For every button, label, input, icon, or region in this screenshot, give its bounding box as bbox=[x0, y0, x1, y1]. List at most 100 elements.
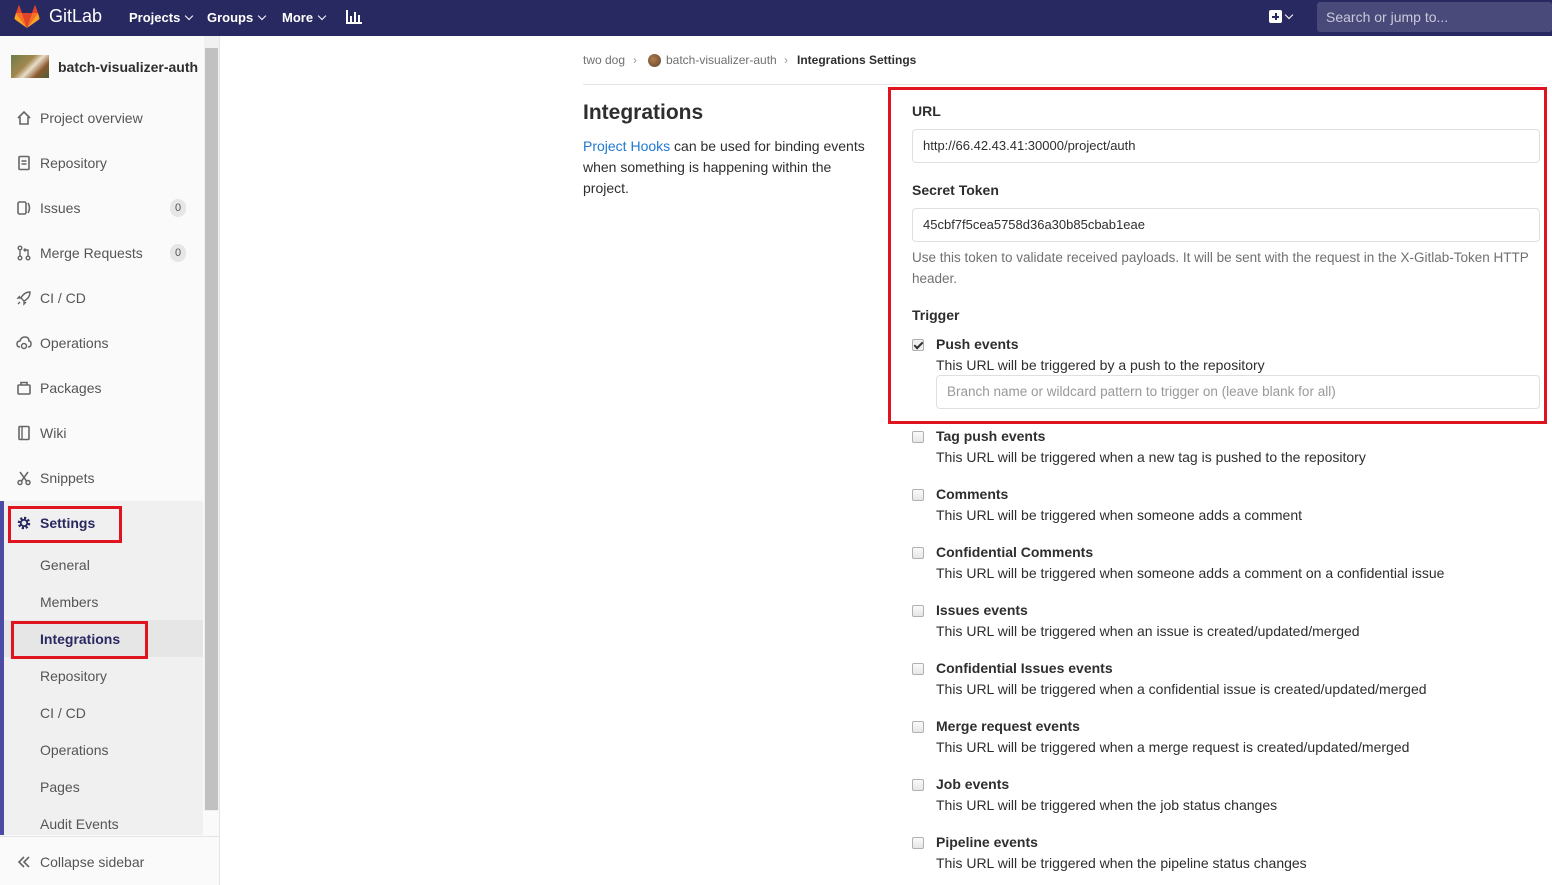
sidebar-item-label: Issues bbox=[40, 200, 81, 216]
event-title[interactable]: Confidential Comments bbox=[936, 544, 1093, 560]
sidebar-item-snippets[interactable]: Snippets bbox=[0, 456, 203, 501]
breadcrumb-item-group[interactable]: two dog bbox=[583, 53, 625, 67]
scissors-icon bbox=[17, 471, 31, 486]
event-title[interactable]: Tag push events bbox=[936, 428, 1045, 444]
event-title[interactable]: Confidential Issues events bbox=[936, 660, 1113, 676]
nav-projects-label: Projects bbox=[129, 10, 181, 25]
sidebar-item-wiki[interactable]: Wiki bbox=[0, 411, 203, 456]
sidebar-item-settings[interactable]: Settings bbox=[0, 501, 203, 546]
project-avatar-small bbox=[648, 54, 661, 67]
nav-projects[interactable]: Projects bbox=[129, 10, 194, 25]
cloud-gear-icon bbox=[16, 336, 32, 350]
settings-sub-integrations[interactable]: Integrations bbox=[40, 631, 120, 647]
event-checkbox[interactable] bbox=[912, 837, 924, 849]
event-description: This URL will be triggered when a merge … bbox=[936, 739, 1410, 755]
sidebar-item-operations[interactable]: Operations bbox=[0, 321, 203, 366]
nav-groups-label: Groups bbox=[207, 10, 254, 25]
event-title[interactable]: Merge request events bbox=[936, 718, 1080, 734]
sidebar-item-label: Operations bbox=[40, 335, 109, 351]
book-icon bbox=[18, 425, 30, 441]
sidebar-item-merge-requests[interactable]: Merge Requests 0 bbox=[0, 231, 203, 276]
top-navbar: GitLab Projects Groups More Search or ju… bbox=[0, 0, 1552, 36]
event-description: This URL will be triggered when a new ta… bbox=[936, 449, 1366, 465]
settings-sub-audit-events[interactable]: Audit Events bbox=[40, 816, 119, 832]
sidebar-item-issues[interactable]: Issues 0 bbox=[0, 186, 203, 231]
secret-token-field[interactable]: 45cbf7f5cea5758d36a30b85cbab1eae bbox=[912, 208, 1540, 242]
event-checkbox[interactable] bbox=[912, 605, 924, 617]
page-title: Integrations bbox=[583, 101, 704, 124]
sidebar-item-label: Merge Requests bbox=[40, 245, 143, 261]
breadcrumb-item-current[interactable]: Integrations Settings bbox=[797, 53, 916, 67]
brand-name[interactable]: GitLab bbox=[49, 6, 102, 27]
event-description: This URL will be triggered when the pipe… bbox=[936, 855, 1307, 871]
event-title[interactable]: Job events bbox=[936, 776, 1009, 792]
sidebar-scrollbar-thumb[interactable] bbox=[205, 48, 218, 810]
sidebar-item-label: Repository bbox=[40, 155, 107, 171]
merge-requests-count-badge: 0 bbox=[170, 244, 186, 262]
sidebar-item-label: Packages bbox=[40, 380, 102, 396]
settings-sub-pages[interactable]: Pages bbox=[40, 779, 80, 795]
collapse-sidebar-label: Collapse sidebar bbox=[40, 854, 145, 870]
home-icon bbox=[17, 110, 31, 125]
new-item-dropdown[interactable] bbox=[1269, 9, 1301, 27]
sidebar-item-ci-cd[interactable]: CI / CD bbox=[0, 276, 203, 321]
event-checkbox[interactable] bbox=[912, 721, 924, 733]
secret-token-help: Use this token to validate received payl… bbox=[912, 250, 1529, 286]
double-chevron-left-icon bbox=[17, 856, 30, 868]
event-checkbox[interactable] bbox=[912, 547, 924, 559]
issues-count-badge: 0 bbox=[170, 199, 186, 217]
event-checkbox[interactable] bbox=[912, 431, 924, 443]
package-icon bbox=[17, 381, 31, 395]
event-description: This URL will be triggered when the job … bbox=[936, 797, 1278, 813]
chevron-down-icon bbox=[185, 11, 194, 21]
gitlab-logo-icon[interactable] bbox=[14, 5, 40, 29]
sidebar-item-packages[interactable]: Packages bbox=[0, 366, 203, 411]
plus-square-icon bbox=[1269, 10, 1282, 23]
search-input[interactable]: Search or jump to... bbox=[1317, 2, 1552, 32]
event-title[interactable]: Pipeline events bbox=[936, 834, 1038, 850]
event-description: This URL will be triggered when a confid… bbox=[936, 681, 1427, 697]
nav-more[interactable]: More bbox=[282, 10, 327, 25]
event-description: This URL will be triggered when someone … bbox=[936, 507, 1302, 523]
activity-chart-icon[interactable] bbox=[346, 9, 362, 25]
event-title[interactable]: Comments bbox=[936, 486, 1008, 502]
sidebar-item-repository[interactable]: Repository bbox=[0, 141, 203, 186]
project-hooks-link[interactable]: Project Hooks bbox=[583, 138, 670, 154]
settings-sub-general[interactable]: General bbox=[40, 557, 90, 573]
issues-icon bbox=[17, 201, 31, 215]
event-checkbox[interactable] bbox=[912, 663, 924, 675]
event-title[interactable]: Push events bbox=[936, 336, 1018, 352]
chevron-down-icon bbox=[317, 11, 327, 21]
chevron-down-icon bbox=[1284, 10, 1294, 20]
branch-filter-input[interactable]: Branch name or wildcard pattern to trigg… bbox=[936, 375, 1540, 409]
nav-more-label: More bbox=[282, 10, 314, 25]
event-checkbox[interactable] bbox=[912, 489, 924, 501]
doc-icon bbox=[18, 155, 30, 171]
settings-sub-ci-cd[interactable]: CI / CD bbox=[40, 705, 86, 721]
event-checkbox[interactable] bbox=[912, 779, 924, 791]
project-avatar[interactable] bbox=[11, 55, 49, 78]
collapse-sidebar-button[interactable]: Collapse sidebar bbox=[0, 836, 219, 885]
sidebar-item-label: Snippets bbox=[40, 470, 95, 486]
sidebar-item-label: CI / CD bbox=[40, 290, 86, 306]
event-checkbox[interactable] bbox=[912, 339, 924, 351]
settings-sub-operations[interactable]: Operations bbox=[40, 742, 108, 758]
event-description: This URL will be triggered when someone … bbox=[936, 565, 1445, 581]
event-description: This URL will be triggered by a push to … bbox=[936, 357, 1265, 373]
nav-groups[interactable]: Groups bbox=[207, 10, 267, 25]
sidebar-item-project-overview[interactable]: Project overview bbox=[0, 96, 203, 141]
url-field[interactable]: http://66.42.43.41:30000/project/auth bbox=[912, 129, 1540, 163]
project-name[interactable]: batch-visualizer-auth bbox=[58, 59, 198, 75]
breadcrumb-item-project[interactable]: batch-visualizer-auth bbox=[666, 53, 777, 67]
secret-token-label: Secret Token bbox=[912, 182, 999, 198]
sidebar-item-label: Wiki bbox=[40, 425, 67, 441]
event-title[interactable]: Issues events bbox=[936, 602, 1028, 618]
sidebar-item-label: Settings bbox=[40, 515, 96, 531]
sidebar-item-label: Project overview bbox=[40, 110, 143, 126]
settings-sub-repository[interactable]: Repository bbox=[40, 668, 107, 684]
breadcrumb-chevron-icon: › bbox=[633, 53, 637, 67]
rocket-icon bbox=[16, 291, 31, 306]
settings-sub-members[interactable]: Members bbox=[40, 594, 98, 610]
breadcrumb-chevron-icon: › bbox=[784, 53, 788, 67]
url-label: URL bbox=[912, 103, 941, 119]
